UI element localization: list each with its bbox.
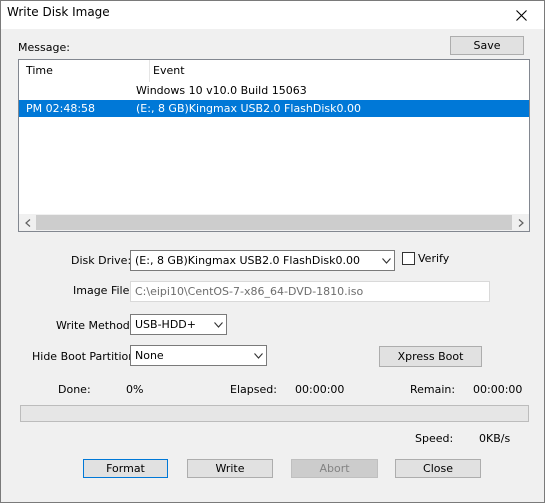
column-header-time-label: Time [26, 64, 53, 77]
hide-boot-partition-value: None [135, 349, 164, 362]
chevron-down-icon [250, 346, 266, 365]
message-log-list[interactable]: Time Event Windows 10 v10.0 Build 15063 … [18, 59, 530, 232]
column-header-event[interactable]: Event [150, 60, 529, 82]
image-file-field[interactable]: C:\eipi10\CentOS-7-x86_64-DVD-1810.iso [130, 281, 490, 302]
speed-label: Speed: [415, 432, 454, 445]
remain-value: 00:00:00 [473, 383, 523, 396]
disk-drive-select[interactable]: (E:, 8 GB)Kingmax USB2.0 FlashDisk0.00 [130, 250, 395, 271]
save-button[interactable]: Save [450, 36, 524, 55]
chevron-down-icon [378, 251, 394, 270]
abort-button[interactable]: Abort [291, 459, 378, 478]
image-file-value: C:\eipi10\CentOS-7-x86_64-DVD-1810.iso [135, 285, 364, 298]
scrollbar-thumb[interactable] [36, 215, 512, 230]
write-method-value: USB-HDD+ [135, 318, 196, 331]
hide-boot-partition-label: Hide Boot Partition: [32, 350, 139, 363]
done-label: Done: [58, 383, 91, 396]
column-header-time[interactable]: Time [19, 60, 149, 82]
column-header-event-label: Event [153, 64, 185, 77]
disk-drive-label: Disk Drive: [71, 254, 132, 267]
disk-drive-value: (E:, 8 GB)Kingmax USB2.0 FlashDisk0.00 [135, 254, 361, 267]
write-method-select[interactable]: USB-HDD+ [130, 314, 227, 335]
log-row-event: (E:, 8 GB)Kingmax USB2.0 FlashDisk0.00 [136, 102, 362, 115]
chevron-right-icon [518, 218, 524, 227]
remain-label: Remain: [410, 383, 456, 396]
log-row-time: PM 02:48:58 [26, 102, 96, 115]
scroll-left-button[interactable] [19, 214, 36, 231]
horizontal-scrollbar[interactable] [19, 214, 529, 231]
log-row-selected[interactable]: PM 02:48:58 (E:, 8 GB)Kingmax USB2.0 Fla… [19, 100, 529, 117]
hide-boot-partition-select[interactable]: None [130, 345, 267, 366]
window-title: Write Disk Image [7, 5, 110, 19]
speed-value: 0KB/s [479, 432, 511, 445]
verify-label: Verify [418, 252, 450, 265]
close-icon [515, 9, 527, 21]
image-file-label: Image File: [73, 284, 134, 297]
log-row-event: Windows 10 v10.0 Build 15063 [136, 84, 307, 97]
scroll-right-button[interactable] [512, 214, 529, 231]
elapsed-label: Elapsed: [230, 383, 277, 396]
write-button[interactable]: Write [187, 459, 273, 478]
write-method-label: Write Method: [56, 319, 134, 332]
write-progress-bar [20, 405, 529, 422]
message-label: Message: [18, 41, 70, 54]
write-disk-image-dialog: Write Disk Image Message: Save Time Even… [0, 0, 545, 503]
chevron-down-icon [210, 315, 226, 334]
xpress-boot-button[interactable]: Xpress Boot [379, 346, 482, 367]
elapsed-value: 00:00:00 [295, 383, 345, 396]
close-button[interactable]: Close [395, 459, 481, 478]
format-button[interactable]: Format [83, 459, 168, 478]
close-window-button[interactable] [498, 1, 544, 29]
done-value: 0% [126, 383, 144, 396]
chevron-left-icon [24, 218, 30, 227]
title-bar[interactable]: Write Disk Image [1, 1, 544, 29]
log-row[interactable]: Windows 10 v10.0 Build 15063 [19, 82, 529, 99]
verify-checkbox[interactable] [402, 252, 415, 265]
